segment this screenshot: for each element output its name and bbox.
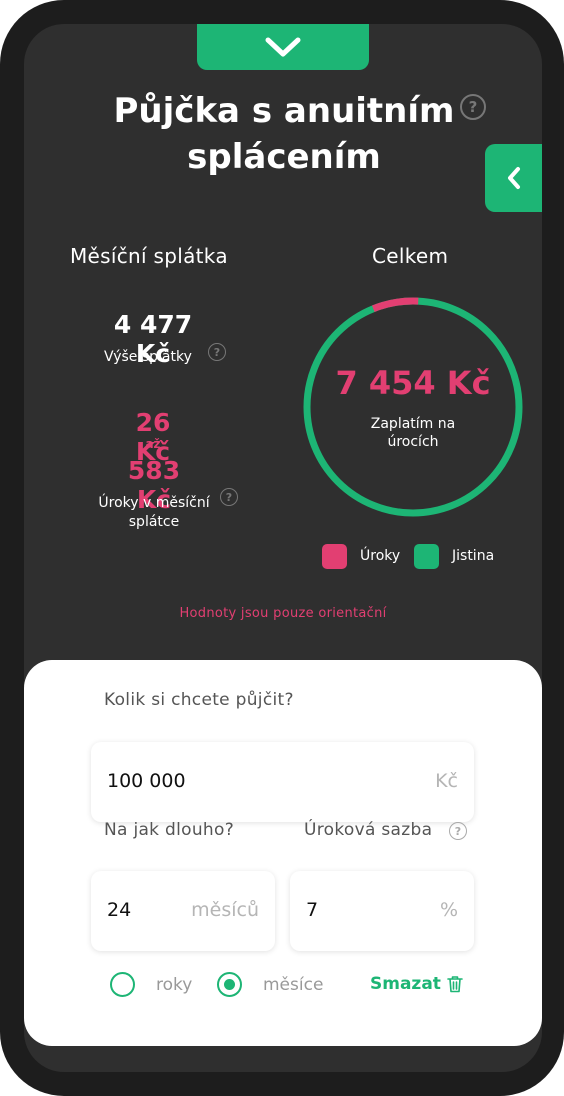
rate-input-unit: % [439,899,458,921]
duration-input-value: 24 [107,899,132,921]
amount-input[interactable]: 100 000 Kč [91,742,474,822]
total-donut-chart [303,297,523,517]
monthly-payment-label: Výše splátky [104,349,192,365]
duration-input-unit: měsíců [191,899,259,921]
chevron-left-icon [507,167,520,189]
interest-range-word: až [145,437,161,451]
radio-years[interactable] [110,972,135,997]
duration-input[interactable]: 24 měsíců [91,871,275,951]
clear-button-label: Smazat [370,974,441,994]
clear-button[interactable]: Smazat [370,974,463,994]
question-circle-icon[interactable]: ? [220,488,238,506]
rate-field-label: Úroková sazba [304,820,433,840]
radio-years-label[interactable]: roky [156,975,192,995]
donut-interest-arc [371,297,419,312]
donut-principal-arc [303,297,523,517]
legend-principal-label: Jistina [452,548,495,564]
amount-input-unit: Kč [435,770,458,792]
legend-principal-swatch [414,544,439,569]
question-circle-icon[interactable]: ? [208,343,226,361]
amount-input-value: 100 000 [107,770,186,792]
legend-interest-swatch [322,544,347,569]
rate-input[interactable]: 7 % [290,871,474,951]
rate-input-value: 7 [306,899,319,921]
amount-field-label: Kolik si chcete půjčit? [104,690,294,710]
app-screen: Půjčka s anuitním splácením ? Měsíční sp… [24,24,542,1072]
question-circle-icon[interactable]: ? [449,822,467,840]
loan-form-card: Kolik si chcete půjčit? 100 000 Kč Na ja… [24,660,542,1046]
total-heading: Celkem [372,244,449,268]
monthly-payment-heading: Měsíční splátka [70,244,228,268]
radio-months-label[interactable]: měsíce [263,975,323,995]
phone-frame: Půjčka s anuitním splácením ? Měsíční sp… [0,0,564,1096]
side-panel-toggle[interactable] [485,144,542,212]
question-circle-icon[interactable]: ? [460,94,486,120]
trash-icon [447,976,463,993]
total-interest-label: Zaplatím na úrocích [370,416,456,450]
total-interest-value: 7 454 Kč [335,364,491,402]
chevron-down-icon [265,37,301,57]
interest-in-payment-label: Úroky v měsíční splátce [98,495,210,530]
disclaimer-text: Hodnoty jsou pouze orientační [179,606,387,621]
radio-selected-dot [224,979,235,990]
collapse-button[interactable] [197,24,369,70]
radio-months[interactable] [217,972,242,997]
legend-interest-label: Úroky [360,548,401,564]
page-title: Půjčka s anuitním splácením [113,91,455,177]
duration-field-label: Na jak dlouho? [104,820,235,840]
